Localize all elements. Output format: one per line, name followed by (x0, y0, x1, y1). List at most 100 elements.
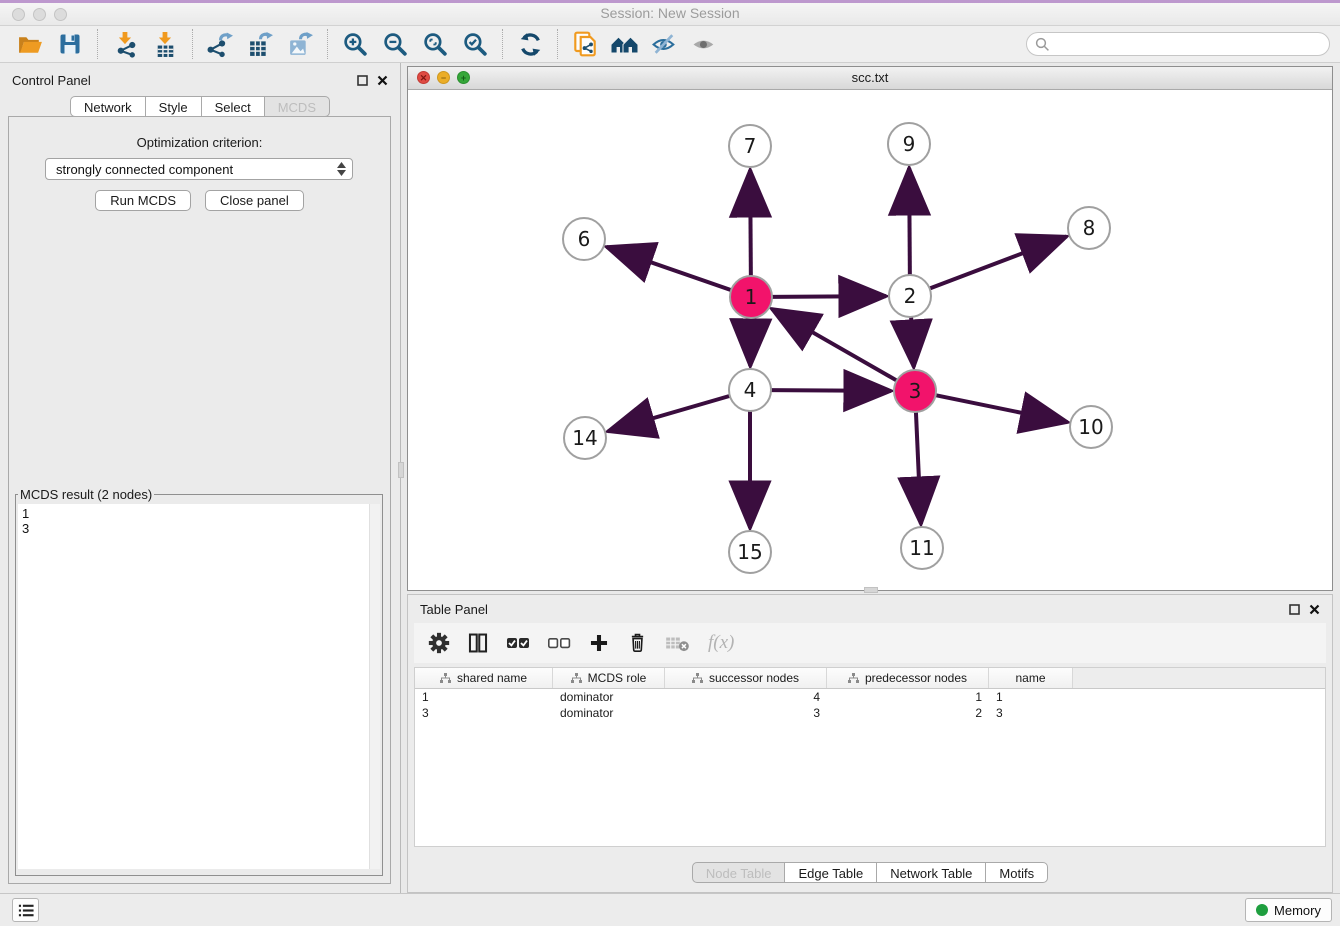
export-network-button[interactable] (200, 28, 240, 60)
column-header-MCDS-role[interactable]: MCDS role (553, 668, 665, 688)
zoom-out-button[interactable] (375, 28, 415, 60)
task-history-button[interactable] (12, 898, 39, 922)
tab-node-table[interactable]: Node Table (692, 862, 786, 883)
table-cell[interactable]: 1 (415, 690, 553, 704)
horizontal-splitter-handle[interactable] (864, 587, 878, 593)
graph-edge-1-7[interactable] (750, 170, 751, 276)
vertical-splitter-handle[interactable] (398, 462, 404, 478)
save-session-button[interactable] (50, 28, 90, 60)
zoom-in-button[interactable] (335, 28, 375, 60)
window-traffic-lights[interactable] (12, 8, 67, 21)
close-table-panel-icon[interactable] (1309, 604, 1320, 615)
graph-edge-1-4[interactable] (750, 318, 751, 366)
refresh-styles-button[interactable] (510, 28, 550, 60)
close-window-icon[interactable] (12, 8, 25, 21)
network-close-icon[interactable]: ✕ (417, 71, 430, 84)
graph-node-4[interactable]: 4 (729, 369, 771, 411)
table-cell[interactable]: 3 (989, 706, 1073, 720)
export-table-button[interactable] (240, 28, 280, 60)
open-session-button[interactable] (10, 28, 50, 60)
tab-style[interactable]: Style (145, 96, 202, 117)
float-panel-icon[interactable] (357, 75, 368, 86)
table-cell[interactable]: 2 (827, 706, 989, 720)
table-cell[interactable]: 1 (827, 690, 989, 704)
tab-select[interactable]: Select (201, 96, 265, 117)
result-scrollbar[interactable] (369, 504, 380, 869)
tab-network-table[interactable]: Network Table (876, 862, 986, 883)
graph-node-2[interactable]: 2 (889, 275, 931, 317)
tab-motifs[interactable]: Motifs (985, 862, 1048, 883)
zoom-fit-button[interactable] (415, 28, 455, 60)
unselect-all-columns-button[interactable] (547, 635, 571, 651)
network-maximize-icon[interactable]: + (457, 71, 470, 84)
criterion-dropdown[interactable]: strongly connected component (45, 158, 353, 180)
delete-column-button[interactable] (627, 632, 648, 654)
column-header-predecessor-nodes[interactable]: predecessor nodes (827, 668, 989, 688)
graph-edge-1-6[interactable] (607, 247, 731, 290)
graph-edge-3-11[interactable] (916, 412, 921, 524)
close-panel-icon[interactable] (377, 75, 388, 86)
float-table-panel-icon[interactable] (1289, 604, 1300, 615)
column-label: predecessor nodes (865, 671, 967, 685)
show-details-button[interactable] (685, 28, 725, 60)
tab-mcds[interactable]: MCDS (264, 96, 330, 117)
zoom-selected-button[interactable] (455, 28, 495, 60)
mcds-result-text[interactable]: 1 3 (18, 504, 370, 869)
column-header-name[interactable]: name (989, 668, 1073, 688)
table-cell[interactable]: dominator (553, 706, 665, 720)
table-cell[interactable]: dominator (553, 690, 665, 704)
select-all-columns-button[interactable] (506, 635, 530, 651)
add-column-button[interactable] (588, 632, 610, 654)
graph-node-15[interactable]: 15 (729, 531, 771, 573)
duplicate-network-button[interactable] (565, 28, 605, 60)
table-cell[interactable]: 1 (989, 690, 1073, 704)
graph-node-1[interactable]: 1 (730, 276, 772, 318)
network-window-titlebar[interactable]: ✕ − + scc.txt (408, 67, 1332, 90)
graph-edge-3-1[interactable] (772, 309, 897, 381)
network-graph-canvas[interactable]: 7 9 6 8 1 2 4 3 14 10 15 11 (408, 89, 1332, 589)
graph-node-3[interactable]: 3 (894, 370, 936, 412)
graph-node-14[interactable]: 14 (564, 417, 606, 459)
import-network-button[interactable] (105, 28, 145, 60)
main-toolbar (0, 26, 1340, 63)
graph-node-6[interactable]: 6 (563, 218, 605, 260)
graph-edge-3-10[interactable] (936, 395, 1068, 422)
graph-edge-4-14[interactable] (608, 396, 730, 431)
graph-node-7[interactable]: 7 (729, 125, 771, 167)
network-minimize-icon[interactable]: − (437, 71, 450, 84)
graph-edge-2-9[interactable] (909, 168, 910, 275)
graph-edge-2-3[interactable] (911, 317, 914, 367)
import-network-icon (112, 31, 139, 58)
minimize-window-icon[interactable] (33, 8, 46, 21)
table-cell[interactable]: 4 (665, 690, 827, 704)
table-settings-button[interactable] (428, 632, 450, 654)
table-cell[interactable]: 3 (665, 706, 827, 720)
export-image-button[interactable] (280, 28, 320, 60)
home-layout-button[interactable] (605, 28, 645, 60)
show-columns-button[interactable] (467, 632, 489, 654)
tab-network[interactable]: Network (70, 96, 146, 117)
tab-edge-table[interactable]: Edge Table (784, 862, 877, 883)
hide-details-button[interactable] (645, 28, 685, 60)
delete-table-button[interactable] (665, 633, 691, 653)
memory-button[interactable]: Memory (1245, 898, 1332, 922)
close-panel-button[interactable]: Close panel (205, 190, 304, 211)
graph-edge-2-8[interactable] (930, 237, 1067, 289)
column-header-successor-nodes[interactable]: successor nodes (665, 668, 827, 688)
graph-edge-4-3[interactable] (771, 390, 891, 391)
table-row[interactable]: 3dominator323 (415, 705, 1325, 721)
search-input[interactable] (1026, 32, 1330, 56)
graph-node-8[interactable]: 8 (1068, 207, 1110, 249)
graph-node-10[interactable]: 10 (1070, 406, 1112, 448)
maximize-window-icon[interactable] (54, 8, 67, 21)
table-row[interactable]: 1dominator411 (415, 689, 1325, 705)
function-builder-button[interactable]: f(x) (708, 632, 734, 654)
node-table[interactable]: shared nameMCDS rolesuccessor nodes prede… (414, 667, 1326, 847)
column-header-shared-name[interactable]: shared name (415, 668, 553, 688)
run-mcds-button[interactable]: Run MCDS (95, 190, 191, 211)
graph-node-9[interactable]: 9 (888, 123, 930, 165)
table-cell[interactable]: 3 (415, 706, 553, 720)
import-table-button[interactable] (145, 28, 185, 60)
graph-node-11[interactable]: 11 (901, 527, 943, 569)
graph-edge-1-2[interactable] (772, 296, 886, 297)
